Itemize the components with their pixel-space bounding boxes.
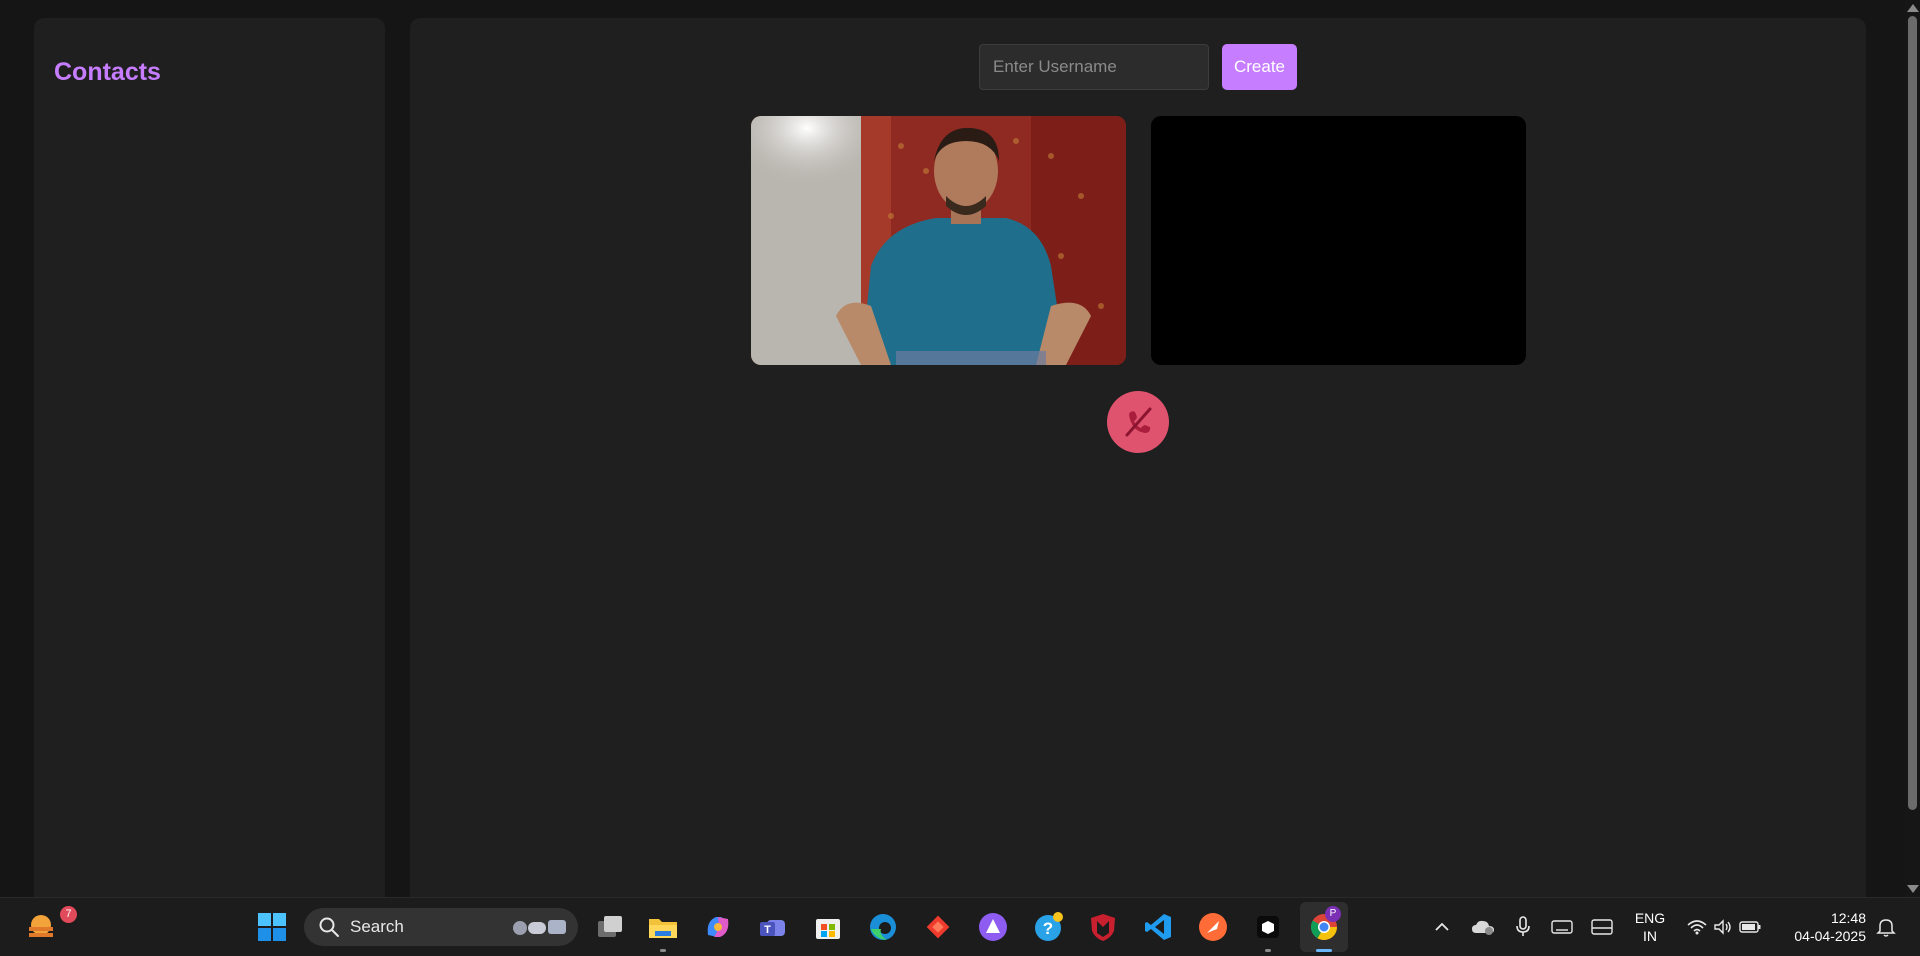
dark-box-app-icon <box>1257 916 1279 938</box>
folder-icon <box>649 919 677 938</box>
store-button[interactable] <box>806 898 850 956</box>
contacts-sidebar: Contacts <box>34 18 385 897</box>
notifications-button[interactable] <box>1872 898 1900 956</box>
region-label: IN <box>1643 928 1657 944</box>
language-label: ENG <box>1634 910 1666 926</box>
bell-icon <box>1876 919 1896 937</box>
weather-widget[interactable]: 7 <box>20 898 77 956</box>
edge-icon <box>870 914 896 940</box>
help-icon: ? <box>1035 912 1063 941</box>
remote-video <box>1151 116 1526 365</box>
windows-logo-icon <box>258 913 286 941</box>
phone-slash-icon <box>1125 407 1152 437</box>
copilot-button[interactable] <box>696 898 740 956</box>
taskbar-search[interactable]: Search <box>304 908 578 946</box>
contacts-title: Contacts <box>54 58 161 86</box>
terminal-app-button[interactable] <box>1246 898 1290 956</box>
edge-button[interactable] <box>861 898 905 956</box>
microphone-button[interactable] <box>1510 898 1536 956</box>
show-hidden-icons-button[interactable] <box>1430 898 1454 956</box>
username-input[interactable] <box>979 44 1209 90</box>
clock-date: 04-04-2025 <box>1794 928 1866 944</box>
task-view-button[interactable] <box>588 898 632 956</box>
onedrive-button[interactable] <box>1468 898 1498 956</box>
scroll-down-arrow-icon[interactable] <box>1907 885 1919 893</box>
copilot-icon <box>707 917 729 937</box>
create-button[interactable]: Create <box>1222 44 1297 90</box>
teams-button[interactable]: T <box>751 898 795 956</box>
page-scrollbar[interactable] <box>1905 0 1920 897</box>
touch-keyboard-button[interactable] <box>1548 898 1576 956</box>
weather-badge: 7 <box>60 906 77 923</box>
file-explorer-button[interactable] <box>641 898 685 956</box>
anydesk-button[interactable] <box>916 898 960 956</box>
clock[interactable]: 12:48 04-04-2025 <box>1782 898 1866 956</box>
svg-text:?: ? <box>1043 919 1053 938</box>
language-indicator[interactable]: ENG IN <box>1628 898 1672 956</box>
cloud-icon <box>1472 920 1494 935</box>
help-button[interactable]: ? <box>1026 898 1070 956</box>
quick-settings-button[interactable] <box>1684 898 1764 956</box>
assistant-app-button[interactable] <box>971 898 1015 956</box>
search-icon <box>319 917 339 937</box>
chevron-up-icon <box>1435 922 1449 931</box>
display-button[interactable] <box>1588 898 1616 956</box>
running-indicator <box>1265 949 1271 952</box>
mcafee-shield-icon <box>1091 914 1115 941</box>
wifi-icon <box>1687 920 1707 935</box>
svg-text:T: T <box>764 924 771 936</box>
mcafee-button[interactable] <box>1081 898 1125 956</box>
chrome-profile-badge: P <box>1325 906 1341 922</box>
search-label: Search <box>350 917 404 936</box>
display-icon <box>1591 919 1613 935</box>
weather-sun-icon <box>29 915 53 937</box>
local-video <box>751 116 1126 365</box>
clock-time: 12:48 <box>1830 910 1866 926</box>
scroll-thumb[interactable] <box>1908 16 1917 810</box>
purple-triangle-app-icon <box>979 913 1007 941</box>
webcam-feed-image <box>751 116 1126 365</box>
microphone-icon <box>1516 916 1530 936</box>
taskbar: 7 Search T ? P ENG IN 12:48 04-04-2025 <box>0 897 1920 956</box>
video-call-panel: Create <box>410 18 1866 897</box>
vscode-button[interactable] <box>1136 898 1180 956</box>
postman-button[interactable] <box>1191 898 1235 956</box>
end-call-button[interactable] <box>1107 391 1169 453</box>
scroll-up-arrow-icon[interactable] <box>1907 4 1919 12</box>
postman-icon <box>1199 913 1227 941</box>
volume-icon <box>1714 919 1731 935</box>
search-highlight-icon <box>513 920 566 935</box>
battery-icon <box>1739 921 1761 933</box>
chrome-button[interactable] <box>1302 898 1346 956</box>
running-indicator <box>660 949 666 952</box>
teams-icon: T <box>760 920 785 936</box>
store-icon <box>816 919 840 939</box>
anydesk-icon <box>926 915 950 939</box>
keyboard-icon <box>1551 920 1573 934</box>
task-view-icon <box>598 916 622 937</box>
vscode-icon <box>1145 914 1171 940</box>
active-indicator <box>1316 949 1332 952</box>
start-button[interactable] <box>250 898 294 956</box>
